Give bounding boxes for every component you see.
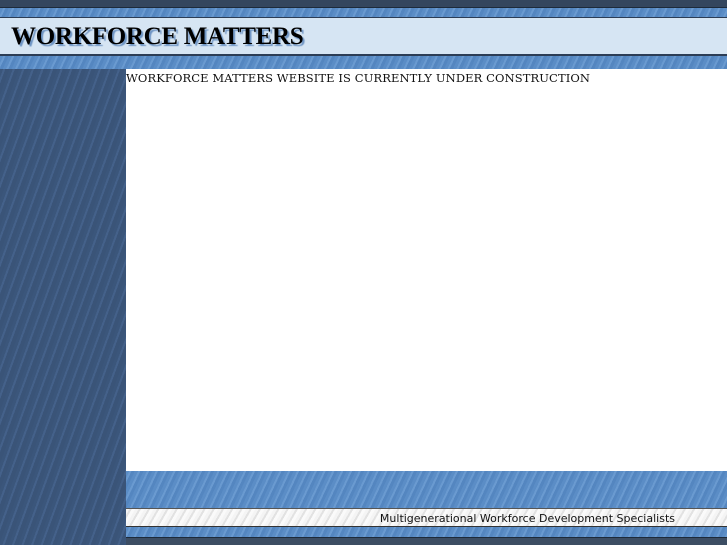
site-logo: WORKFORCE MATTERS xyxy=(11,23,304,50)
main-content: WORKFORCE MATTERS WEBSITE IS CURRENTLY U… xyxy=(126,69,727,471)
bottom-bar xyxy=(126,537,727,545)
decorative-band xyxy=(126,527,727,537)
decorative-band xyxy=(126,471,727,509)
header: WORKFORCE MATTERS xyxy=(0,17,727,56)
tagline: Multigenerational Workforce Development … xyxy=(379,512,675,525)
top-bar xyxy=(0,0,727,8)
tagline-bar: Multigenerational Workforce Development … xyxy=(126,508,727,527)
decorative-band xyxy=(0,56,727,69)
construction-message: WORKFORCE MATTERS WEBSITE IS CURRENTLY U… xyxy=(126,71,591,85)
left-sidebar xyxy=(0,69,126,545)
